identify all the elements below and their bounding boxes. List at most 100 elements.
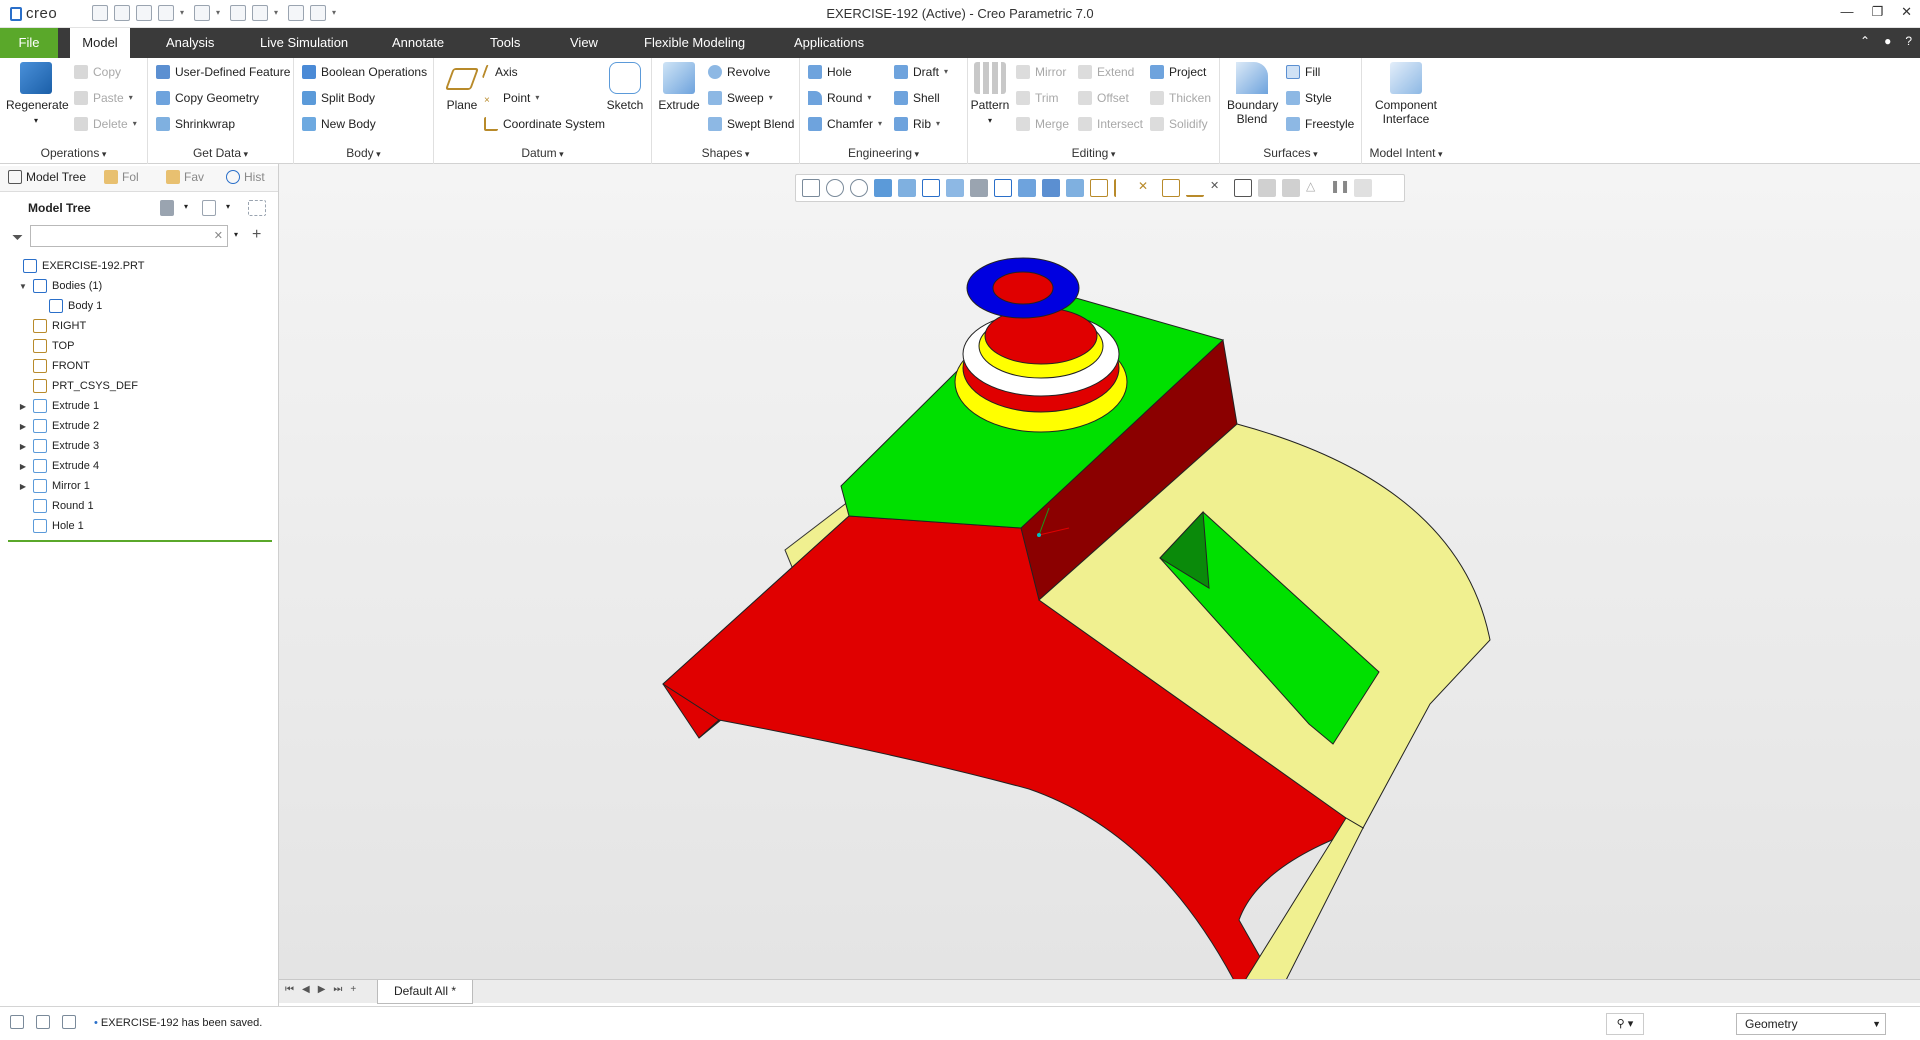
tab-model[interactable]: Model	[70, 28, 130, 58]
search-dropdown-icon[interactable]: ▾	[234, 230, 238, 239]
minimize-ribbon-icon[interactable]: ⌃	[1860, 34, 1870, 48]
rib-button[interactable]: Rib ▾	[894, 114, 940, 134]
settings-dropdown-icon[interactable]: ▾	[184, 202, 188, 211]
style-button[interactable]: Style	[1286, 88, 1332, 108]
tree-item[interactable]: TOP	[18, 336, 74, 356]
point-display-icon[interactable]: ✕	[1138, 179, 1156, 197]
paste-button[interactable]: Paste ▾	[74, 88, 133, 108]
point-tag-icon[interactable]: ✕	[1210, 179, 1228, 197]
saved-orientations-icon[interactable]	[946, 179, 964, 197]
tree-item[interactable]: ▶ Extrude 1	[18, 396, 99, 416]
tab-view[interactable]: View	[558, 28, 610, 58]
tree-item[interactable]: PRT_CSYS_DEF	[18, 376, 138, 396]
tab-file[interactable]: File	[0, 28, 58, 58]
mirror-button[interactable]: Mirror	[1016, 62, 1066, 82]
prev-tab-icon[interactable]: ◀	[302, 984, 310, 995]
search-input[interactable]	[31, 226, 211, 246]
coordinate-system-button[interactable]: Coordinate System	[484, 114, 605, 134]
tab-analysis[interactable]: Analysis	[154, 28, 226, 58]
new-body-button[interactable]: New Body	[302, 114, 376, 134]
draft-button[interactable]: Draft ▾	[894, 62, 948, 82]
datum-group-label[interactable]: Datum	[434, 146, 651, 160]
show-dropdown-icon[interactable]: ▾	[226, 202, 230, 211]
udf-button[interactable]: User-Defined Feature	[156, 62, 290, 82]
find-button[interactable]: ⚲ ▾	[1606, 1013, 1644, 1035]
datum-display-icon[interactable]	[1018, 179, 1036, 197]
extrude-button[interactable]: Extrude	[656, 62, 702, 112]
round-button[interactable]: Round ▾	[808, 88, 871, 108]
tree-item[interactable]: ▶ Extrude 4	[18, 456, 99, 476]
surfaces-group-label[interactable]: Surfaces	[1220, 146, 1361, 160]
solidify-button[interactable]: Solidify	[1150, 114, 1208, 134]
selection-filter-dropdown[interactable]: Geometry ▼	[1736, 1013, 1886, 1035]
body-group-label[interactable]: Body	[294, 146, 433, 160]
view-manager-icon[interactable]	[898, 179, 916, 197]
display-style-icon[interactable]	[922, 179, 940, 197]
tab-applications[interactable]: Applications	[782, 28, 876, 58]
restore-icon[interactable]: ❐	[1871, 4, 1883, 20]
engineering-group-label[interactable]: Engineering	[800, 146, 967, 160]
tab-live-simulation[interactable]: Live Simulation	[248, 28, 360, 58]
project-button[interactable]: Project	[1150, 62, 1206, 82]
offset-button[interactable]: Offset	[1078, 88, 1129, 108]
thicken-button[interactable]: Thicken	[1150, 88, 1211, 108]
refit-icon[interactable]	[802, 179, 820, 197]
point-button[interactable]: × Point ▾	[484, 88, 539, 108]
filter-icon[interactable]: ⏷	[12, 229, 23, 246]
tree-filter-icon[interactable]	[248, 200, 266, 216]
expand-toggle-icon[interactable]: ▼	[18, 282, 28, 291]
graphics-window[interactable]	[279, 164, 1920, 993]
help-icon[interactable]: ?	[1905, 34, 1912, 48]
user-icon[interactable]: ●	[1884, 34, 1891, 48]
csys-tag-icon[interactable]	[1186, 179, 1204, 197]
component-interface-button[interactable]: Component Interface	[1366, 62, 1446, 126]
tree-item[interactable]: ▶ Extrude 3	[18, 436, 99, 456]
csys-display-icon[interactable]	[1162, 179, 1180, 197]
navigator-toggle-icon[interactable]	[10, 1015, 24, 1029]
next-tab-icon[interactable]: ▶	[318, 984, 326, 995]
split-body-button[interactable]: Split Body	[302, 88, 375, 108]
tree-item[interactable]: EXERCISE-192.PRT	[8, 256, 145, 276]
add-filter-icon[interactable]: +	[252, 226, 261, 244]
shapes-group-label[interactable]: Shapes	[652, 146, 799, 160]
tab-favorites[interactable]: Fav	[166, 170, 204, 184]
tab-flexible-modeling[interactable]: Flexible Modeling	[632, 28, 757, 58]
expand-toggle-icon[interactable]: ▶	[18, 422, 28, 431]
fill-button[interactable]: Fill	[1286, 62, 1320, 82]
copy-button[interactable]: Copy	[74, 62, 121, 82]
tree-item[interactable]: Body 1	[34, 296, 102, 316]
boolean-operations-button[interactable]: Boolean Operations	[302, 62, 427, 82]
spin-center-toggle-icon[interactable]	[1258, 179, 1276, 197]
insert-here-marker[interactable]	[8, 540, 272, 542]
shrinkwrap-button[interactable]: Shrinkwrap	[156, 114, 235, 134]
axis-tag-icon[interactable]	[1234, 179, 1252, 197]
model-viewport[interactable]	[279, 164, 1920, 993]
add-tab-icon[interactable]: +	[350, 984, 356, 995]
expand-toggle-icon[interactable]: ▶	[18, 462, 28, 471]
get-data-group-label[interactable]: Get Data	[148, 146, 293, 160]
spin-center-icon[interactable]	[1042, 179, 1060, 197]
full-screen-icon[interactable]	[62, 1015, 76, 1029]
regenerate-button[interactable]: Regenerate ▾	[6, 62, 69, 128]
repaint-icon[interactable]	[874, 179, 892, 197]
tree-item[interactable]: ▶ Extrude 2	[18, 416, 99, 436]
merge-button[interactable]: Merge	[1016, 114, 1069, 134]
settings-icon[interactable]	[160, 200, 174, 216]
tree-item[interactable]: Round 1	[18, 496, 94, 516]
revolve-button[interactable]: Revolve	[708, 62, 770, 82]
close-icon[interactable]: ✕	[1901, 4, 1912, 20]
delete-button[interactable]: Delete ▾	[74, 114, 137, 134]
tab-folder-browser[interactable]: Fol	[104, 170, 139, 184]
copy-geometry-button[interactable]: Copy Geometry	[156, 88, 259, 108]
operations-group-label[interactable]: Operations	[0, 146, 147, 160]
extend-button[interactable]: Extend	[1078, 62, 1134, 82]
trim-button[interactable]: Trim	[1016, 88, 1059, 108]
document-tab[interactable]: Default All *	[377, 980, 473, 1004]
view-warning-icon[interactable]: △	[1306, 179, 1324, 197]
expand-toggle-icon[interactable]: ▶	[18, 482, 28, 491]
swept-blend-button[interactable]: Swept Blend	[708, 114, 794, 134]
shell-button[interactable]: Shell	[894, 88, 940, 108]
first-tab-icon[interactable]: ⏮	[285, 984, 294, 995]
tree-item[interactable]: RIGHT	[18, 316, 86, 336]
model-intent-group-label[interactable]: Model Intent	[1362, 146, 1450, 160]
